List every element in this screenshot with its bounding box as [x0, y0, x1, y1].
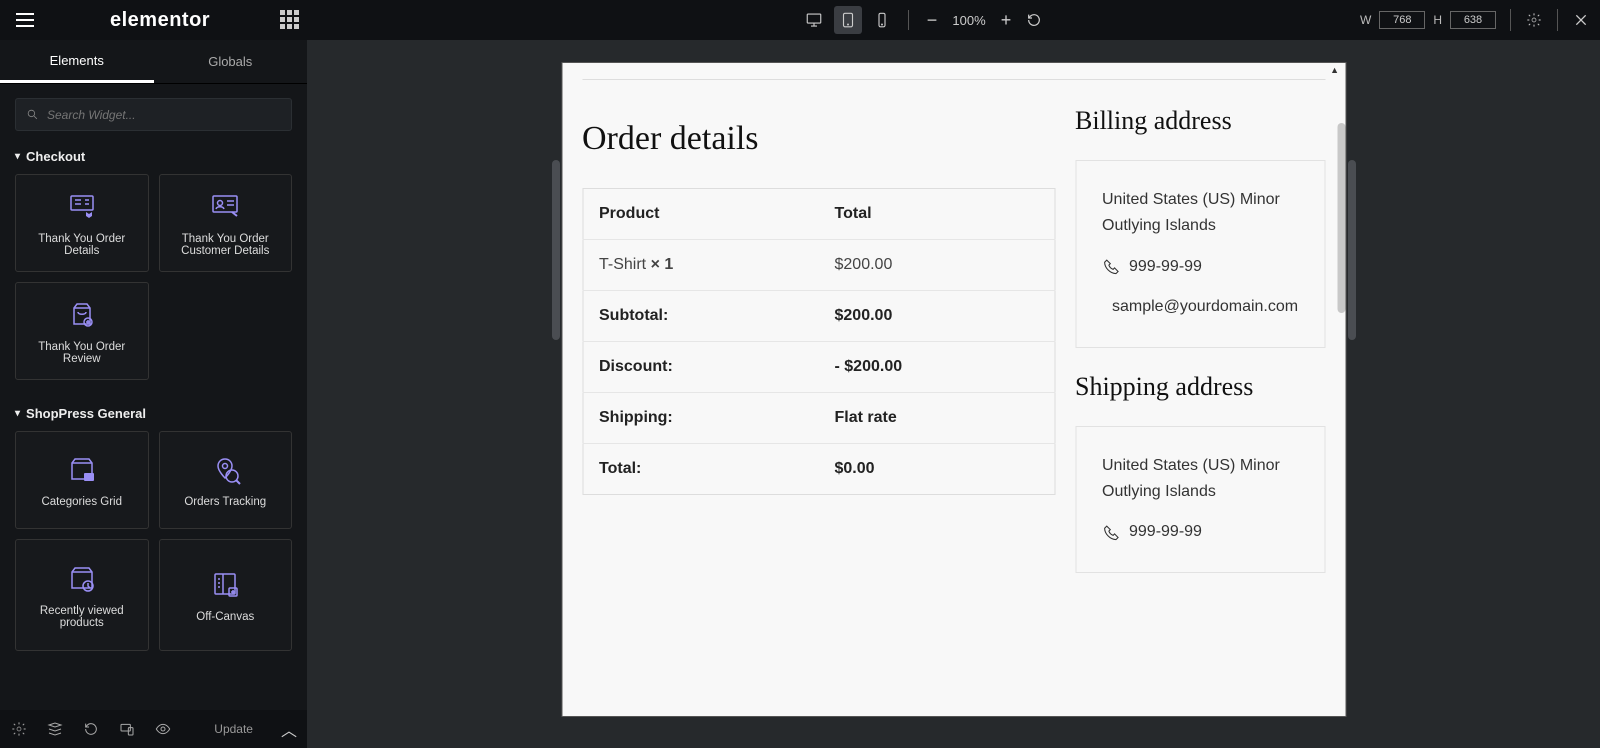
subtotal-label: Subtotal: [583, 291, 819, 342]
zoom-out-button[interactable]: − [921, 9, 943, 31]
menu-icon[interactable] [10, 5, 40, 35]
shipping-value: Flat rate [819, 393, 1055, 444]
widget-recently-viewed[interactable]: Recently viewed products [15, 539, 149, 651]
customer-details-icon [208, 189, 242, 223]
order-details-table: ProductTotal T-Shirt × 1$200.00 Subtotal… [582, 188, 1055, 495]
divider [1557, 9, 1558, 31]
billing-email: sample@yourdomain.com [1102, 294, 1298, 320]
tab-elements[interactable]: Elements [0, 40, 154, 83]
th-product: Product [583, 189, 819, 240]
th-total: Total [819, 189, 1055, 240]
subtotal-value: $200.00 [819, 291, 1055, 342]
off-canvas-icon [208, 567, 242, 601]
widget-label: Thank You Order Customer Details [166, 233, 286, 257]
widget-thank-you-customer-details[interactable]: Thank You Order Customer Details [159, 174, 293, 272]
device-controls: − 100% + [800, 0, 1045, 40]
widget-label: Thank You Order Details [22, 233, 142, 257]
shipping-address-text: United States (US) Minor Outlying Island… [1102, 453, 1298, 506]
shipping-phone: 999-99-99 [1102, 519, 1298, 545]
item-total: $200.00 [819, 240, 1055, 291]
tab-globals[interactable]: Globals [154, 40, 308, 83]
discount-value: - $200.00 [819, 342, 1055, 393]
divider [1510, 9, 1511, 31]
widget-categories-grid[interactable]: Categories Grid [15, 431, 149, 529]
widget-orders-tracking[interactable]: Orders Tracking [159, 431, 293, 529]
total-value: $0.00 [819, 444, 1055, 495]
total-label: Total: [583, 444, 819, 495]
shipping-address-title: Shipping address [1075, 372, 1325, 402]
update-options-icon[interactable]: ︿ [281, 717, 297, 741]
top-header: elementor − 100% + W H [0, 0, 1600, 40]
divider [908, 10, 909, 30]
brand-logo: elementor [110, 9, 210, 32]
navigator-icon[interactable] [46, 720, 64, 738]
orders-tracking-icon [208, 452, 242, 486]
settings-icon[interactable] [1525, 11, 1543, 29]
widget-off-canvas[interactable]: Off-Canvas [159, 539, 293, 651]
billing-address-title: Billing address [1075, 106, 1325, 136]
search-input[interactable] [47, 108, 281, 122]
phone-icon [1102, 524, 1119, 541]
width-input[interactable] [1379, 11, 1425, 29]
zoom-value: 100% [949, 13, 989, 28]
reset-zoom-icon[interactable] [1023, 9, 1045, 31]
shipping-label: Shipping: [583, 393, 819, 444]
height-label: H [1433, 13, 1442, 27]
recently-viewed-icon [65, 561, 99, 595]
widget-label: Thank You Order Review [22, 341, 142, 365]
preview-scrollbar-right[interactable] [1348, 160, 1356, 340]
preview-frame: ▲ Order details ProductTotal T-Shirt × 1… [561, 62, 1346, 717]
widget-label: Orders Tracking [184, 496, 266, 508]
billing-phone: 999-99-99 [1102, 254, 1298, 280]
item-name: T-Shirt × 1 [583, 240, 819, 291]
sidebar: Elements Globals Checkout Thank You Orde… [0, 40, 307, 748]
bottom-bar: Update ︿ [0, 710, 307, 748]
history-icon[interactable] [82, 720, 100, 738]
order-review-icon [65, 297, 99, 331]
widget-label: Categories Grid [41, 496, 122, 508]
desktop-icon[interactable] [800, 6, 828, 34]
preview-icon[interactable] [154, 720, 172, 738]
search-icon [26, 108, 39, 121]
preview-scrollbar-left[interactable] [552, 160, 560, 340]
sidebar-tabs: Elements Globals [0, 40, 307, 84]
categories-grid-icon [65, 452, 99, 486]
height-input[interactable] [1450, 11, 1496, 29]
billing-address-box: United States (US) Minor Outlying Island… [1075, 160, 1325, 348]
search-input-wrapper[interactable] [15, 98, 292, 131]
phone-icon [1102, 258, 1119, 275]
widget-thank-you-order-details[interactable]: Thank You Order Details [15, 174, 149, 272]
close-icon[interactable] [1572, 11, 1590, 29]
divider [582, 79, 1325, 80]
zoom-in-button[interactable]: + [995, 9, 1017, 31]
order-details-icon [65, 189, 99, 223]
canvas-area: ▲ Order details ProductTotal T-Shirt × 1… [307, 40, 1600, 748]
discount-label: Discount: [583, 342, 819, 393]
category-checkout[interactable]: Checkout [0, 143, 307, 174]
mobile-icon[interactable] [868, 6, 896, 34]
widget-thank-you-order-review[interactable]: Thank You Order Review [15, 282, 149, 380]
billing-address-text: United States (US) Minor Outlying Island… [1102, 187, 1298, 240]
shipping-address-box: United States (US) Minor Outlying Island… [1075, 426, 1325, 573]
order-details-title: Order details [582, 120, 1055, 158]
widget-label: Off-Canvas [196, 611, 254, 623]
category-shoppress-general[interactable]: ShopPress General [0, 400, 307, 431]
apps-icon[interactable] [280, 10, 300, 30]
update-button[interactable]: Update [204, 716, 263, 742]
responsive-icon[interactable] [118, 720, 136, 738]
settings-icon[interactable] [10, 720, 28, 738]
width-label: W [1360, 13, 1371, 27]
dimension-controls: W H [1360, 0, 1590, 40]
widget-label: Recently viewed products [22, 605, 142, 629]
tablet-icon[interactable] [834, 6, 862, 34]
